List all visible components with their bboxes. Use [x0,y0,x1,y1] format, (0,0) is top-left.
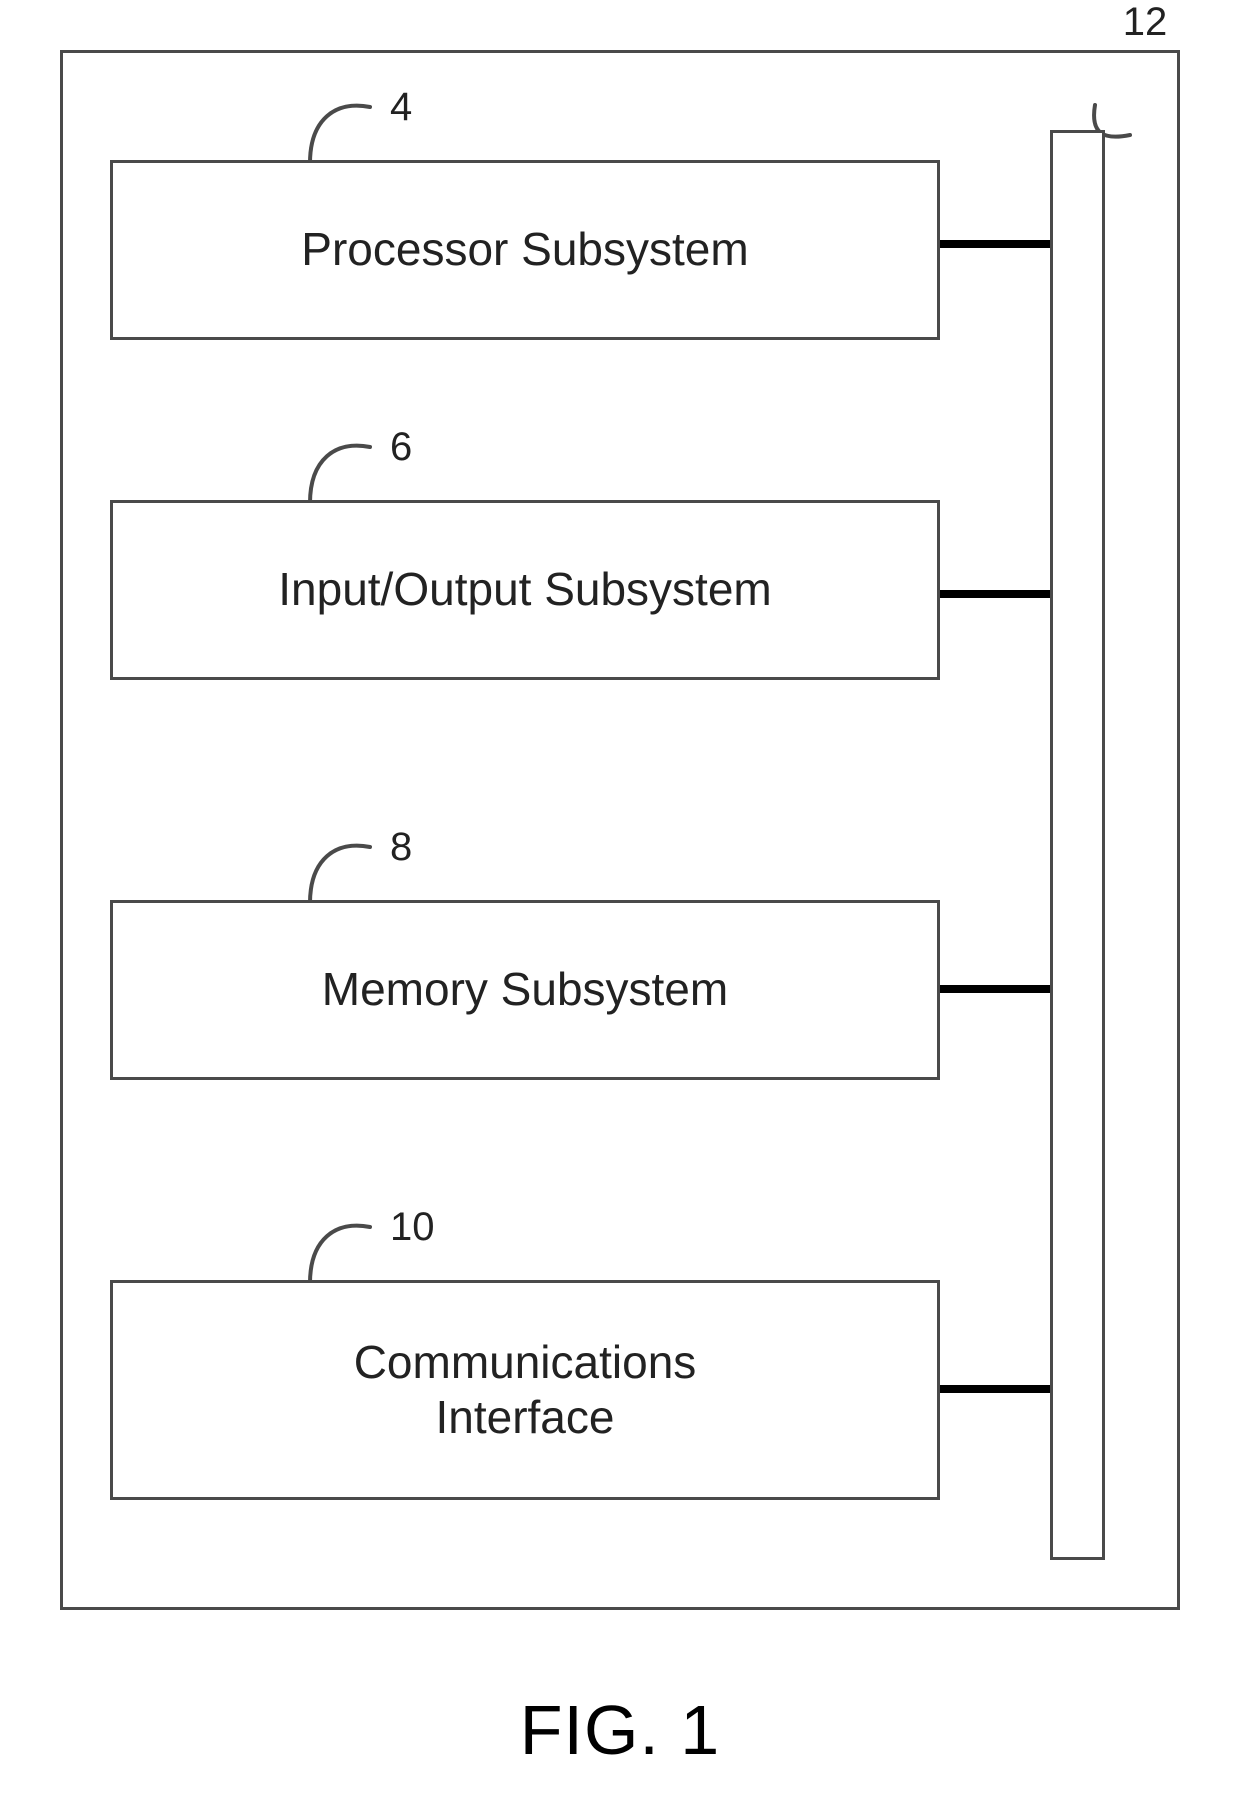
page: 12 4 Processor Subsystem 6 Input/Output … [0,0,1240,1805]
processor-subsystem-box: Processor Subsystem [110,160,940,340]
system-bus [1050,130,1105,1560]
box-label: Input/Output Subsystem [278,562,772,617]
callout-tick-2 [300,845,380,905]
connector-2 [940,985,1050,993]
callout-tick-0 [300,105,380,165]
connector-1 [940,590,1050,598]
callout-ref-3: 10 [390,1205,435,1250]
callout-tick-1 [300,445,380,505]
box-label: Processor Subsystem [301,222,748,277]
callout-tick-3 [300,1225,380,1285]
box-label: Communications Interface [354,1335,697,1445]
callout-ref-0: 4 [390,85,412,130]
callout-ref-1: 6 [390,425,412,470]
figure-caption: FIG. 1 [0,1690,1240,1770]
communications-interface-box: Communications Interface [110,1280,940,1500]
memory-subsystem-box: Memory Subsystem [110,900,940,1080]
connector-0 [940,240,1050,248]
io-subsystem-box: Input/Output Subsystem [110,500,940,680]
callout-ref-bus: 12 [1115,0,1175,45]
connector-3 [940,1385,1050,1393]
callout-ref-2: 8 [390,825,412,870]
box-label: Memory Subsystem [322,962,728,1017]
